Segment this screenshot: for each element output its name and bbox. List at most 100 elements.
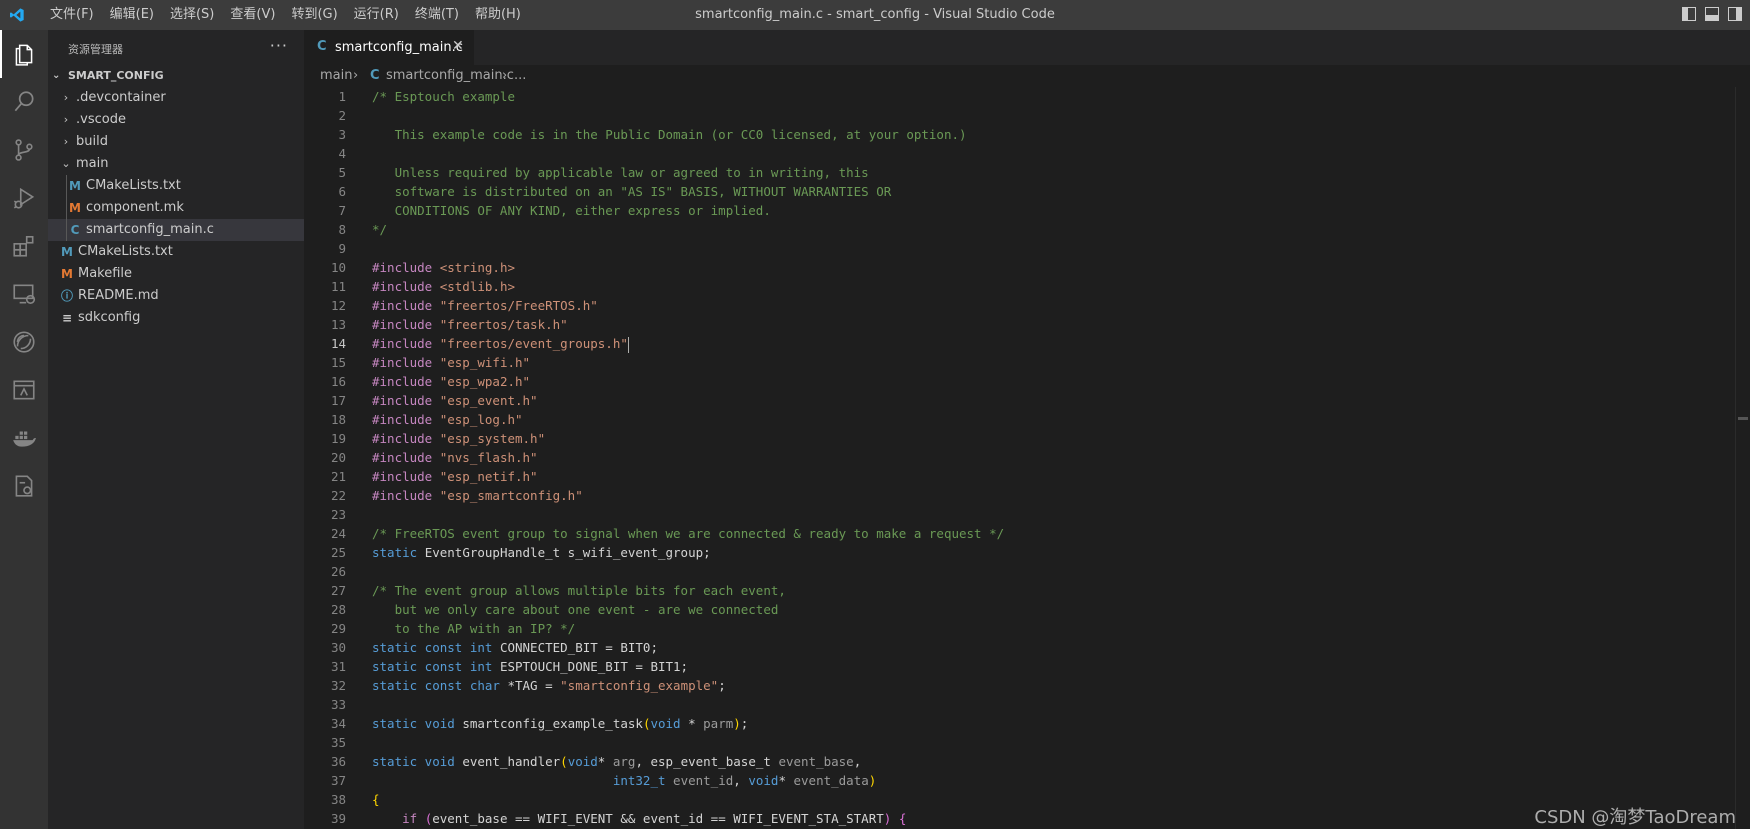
menu-file[interactable]: 文件(F)	[42, 0, 102, 30]
menu-selection[interactable]: 选择(S)	[162, 0, 222, 30]
menu-help[interactable]: 帮助(H)	[467, 0, 529, 30]
code-line[interactable]: 21 #include "esp_netif.h"	[304, 467, 1750, 486]
tree-item-devcontainer[interactable]: › .devcontainer	[48, 87, 304, 109]
code-line[interactable]: 22 #include "esp_smartconfig.h"	[304, 486, 1750, 505]
breadcrumb-folder[interactable]: main	[320, 65, 352, 87]
tree-item-cmakelists-txt[interactable]: M CMakeLists.txt	[48, 175, 304, 197]
close-icon[interactable]: ✕	[452, 38, 464, 54]
docker-icon[interactable]	[0, 414, 48, 462]
code-line[interactable]: 5 Unless required by applicable law or a…	[304, 163, 1750, 182]
code-token: "nvs_flash.h"	[439, 450, 538, 465]
line-number: 21	[330, 469, 346, 484]
code-line[interactable]: 12 #include "freertos/FreeRTOS.h"	[304, 296, 1750, 315]
code-line[interactable]: 20 #include "nvs_flash.h"	[304, 448, 1750, 467]
code-line[interactable]: 2	[304, 106, 1750, 125]
code-line[interactable]: 37 int32_t event_id, void* event_data)	[304, 771, 1750, 790]
code-line[interactable]: 24 /* FreeRTOS event group to signal when…	[304, 524, 1750, 543]
extensions-icon[interactable]	[0, 222, 48, 270]
code-line[interactable]: 19 #include "esp_system.h"	[304, 429, 1750, 448]
code-line[interactable]: 9	[304, 239, 1750, 258]
code-line[interactable]: 27 /* The event group allows multiple bit…	[304, 581, 1750, 600]
settings-sync-icon[interactable]	[0, 462, 48, 510]
search-icon[interactable]	[0, 78, 48, 126]
code-line[interactable]: 4	[304, 144, 1750, 163]
toggle-sidebar-icon[interactable]	[1682, 7, 1696, 21]
toggle-panel-icon[interactable]	[1705, 7, 1719, 21]
code-line[interactable]: 36 static void event_handler(void* arg, e…	[304, 752, 1750, 771]
tab-smartconfig-main[interactable]: C smartconfig_main.c ✕	[304, 30, 474, 65]
code-line[interactable]: 3 This example code is in the Public Dom…	[304, 125, 1750, 144]
code-line[interactable]: 8 */	[304, 220, 1750, 239]
code-line[interactable]: 6 software is distributed on an "AS IS" …	[304, 182, 1750, 201]
code-token: (	[560, 754, 568, 769]
workspace-folder-header[interactable]: ⌄ SMART_CONFIG	[48, 65, 304, 87]
line-number: 9	[338, 241, 346, 256]
code-token: <string.h>	[439, 260, 515, 275]
explorer-icon[interactable]	[0, 30, 48, 78]
code-line[interactable]: 33	[304, 695, 1750, 714]
code-line[interactable]: 38 {	[304, 790, 1750, 809]
code-line[interactable]: 18 #include "esp_log.h"	[304, 410, 1750, 429]
code-line[interactable]: 10 #include <string.h>	[304, 258, 1750, 277]
menu-view[interactable]: 查看(V)	[222, 0, 283, 30]
vscode-logo-icon[interactable]	[8, 7, 26, 23]
source-control-icon[interactable]	[0, 126, 48, 174]
code-line[interactable]: 26	[304, 562, 1750, 581]
menu-edit[interactable]: 编辑(E)	[102, 0, 162, 30]
line-number: 25	[330, 545, 346, 560]
tree-item-makefile[interactable]: M Makefile	[48, 263, 304, 285]
code-line[interactable]: 30 static const int CONNECTED_BIT = BIT0;	[304, 638, 1750, 657]
tree-item-build[interactable]: › build	[48, 131, 304, 153]
run-debug-icon[interactable]	[0, 174, 48, 222]
tree-item-main[interactable]: ⌄ main	[48, 153, 304, 175]
code-line[interactable]: 31 static const int ESPTOUCH_DONE_BIT = B…	[304, 657, 1750, 676]
code-token: #include	[372, 450, 440, 465]
code-line[interactable]: 34 static void smartconfig_example_task(v…	[304, 714, 1750, 733]
tree-item-readme-md[interactable]: ⓘ README.md	[48, 285, 304, 307]
line-number: 15	[330, 355, 346, 370]
code-token: *	[597, 754, 613, 769]
menu-run[interactable]: 运行(R)	[346, 0, 407, 30]
breadcrumb-file[interactable]: smartconfig_main.c	[386, 65, 514, 87]
toggle-secondary-sidebar-icon[interactable]	[1728, 7, 1742, 21]
code-line[interactable]: 23	[304, 505, 1750, 524]
code-token: static const int	[372, 659, 500, 674]
code-token: Unless required by applicable law or agr…	[372, 165, 869, 180]
line-source: #include "esp_netif.h"	[372, 467, 538, 486]
breadcrumb-symbol[interactable]: ...	[514, 65, 526, 87]
code-line[interactable]: 14 #include "freertos/event_groups.h"	[304, 334, 1750, 353]
esp-idf-icon[interactable]	[0, 318, 48, 366]
remote-explorer-icon[interactable]	[0, 270, 48, 318]
code-line[interactable]: 1 /* Esptouch example	[304, 87, 1750, 106]
line-source: #include <string.h>	[372, 258, 515, 277]
code-line[interactable]: 13 #include "freertos/task.h"	[304, 315, 1750, 334]
chevron-down-icon: ⌄	[52, 70, 61, 81]
tree-item-smartconfig-main-c[interactable]: Csmartconfig_main.c	[48, 219, 304, 241]
vertical-scrollbar[interactable]	[1735, 87, 1750, 829]
code-line[interactable]: 35	[304, 733, 1750, 752]
code-line[interactable]: 28 but we only care about one event - ar…	[304, 600, 1750, 619]
tree-item-cmakelists-txt[interactable]: M CMakeLists.txt	[48, 241, 304, 263]
code-line[interactable]: 39 if (event_base == WIFI_EVENT && event…	[304, 809, 1750, 828]
activity-bar	[0, 30, 48, 829]
menu-go[interactable]: 转到(G)	[283, 0, 345, 30]
code-line[interactable]: 11 #include <stdlib.h>	[304, 277, 1750, 296]
code-token: *	[778, 773, 794, 788]
code-line[interactable]: 16 #include "esp_wpa2.h"	[304, 372, 1750, 391]
code-line[interactable]: 29 to the AP with an IP? */	[304, 619, 1750, 638]
terminal-panel-icon[interactable]	[0, 366, 48, 414]
text-cursor	[627, 336, 629, 353]
code-token: software is distributed on an "AS IS" BA…	[372, 184, 892, 199]
more-actions-icon[interactable]: ···	[270, 36, 288, 55]
code-token: "esp_netif.h"	[439, 469, 538, 484]
tree-item-sdkconfig[interactable]: ≡ sdkconfig	[48, 307, 304, 329]
tree-item-label: .devcontainer	[76, 90, 166, 105]
code-line[interactable]: 25 static EventGroupHandle_t s_wifi_event…	[304, 543, 1750, 562]
code-line[interactable]: 32 static const char *TAG = "smartconfig_…	[304, 676, 1750, 695]
code-line[interactable]: 7 CONDITIONS OF ANY KIND, either express…	[304, 201, 1750, 220]
tree-item-component-mk[interactable]: Mcomponent.mk	[48, 197, 304, 219]
menu-terminal[interactable]: 终端(T)	[407, 0, 467, 30]
tree-item-vscode[interactable]: › .vscode	[48, 109, 304, 131]
code-line[interactable]: 15 #include "esp_wifi.h"	[304, 353, 1750, 372]
code-line[interactable]: 17 #include "esp_event.h"	[304, 391, 1750, 410]
